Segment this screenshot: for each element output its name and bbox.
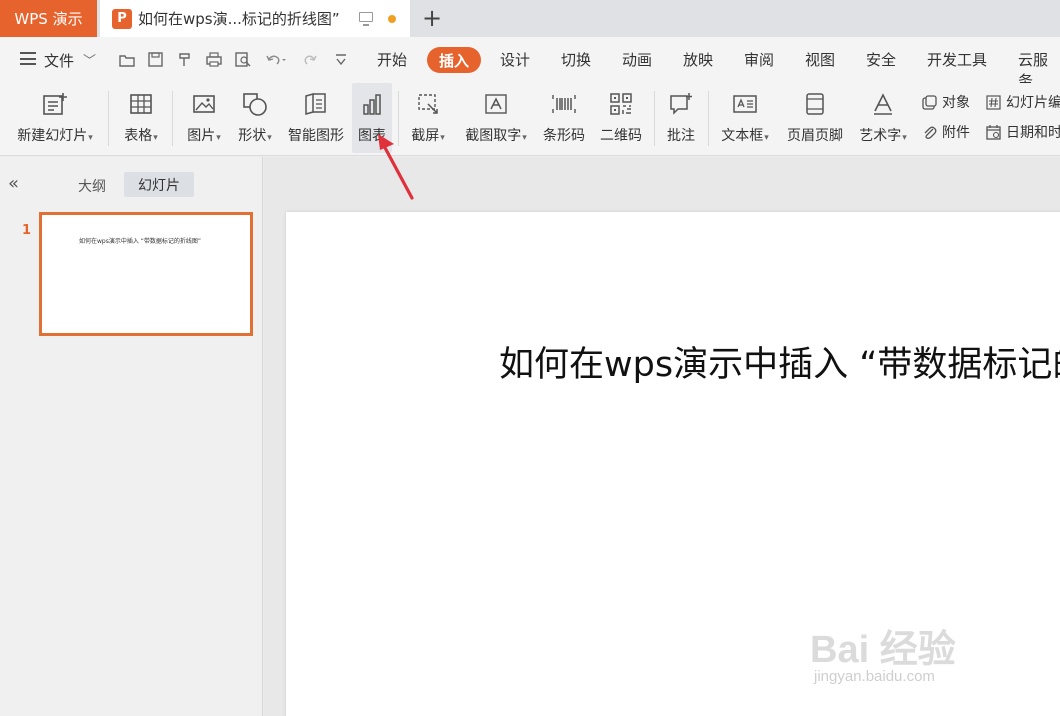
picture-icon (193, 95, 215, 113)
slide-number-button[interactable]: 幻灯片编 (986, 92, 1060, 112)
barcode-icon (552, 95, 576, 113)
tab-animation[interactable]: 动画 (622, 49, 652, 70)
file-menu[interactable]: 文件 (44, 50, 74, 71)
print-preview-icon[interactable] (235, 52, 251, 67)
object-icon (922, 94, 937, 110)
divider (108, 91, 109, 146)
ocr-button[interactable]: 截图取字▾ (458, 83, 534, 153)
textbox-icon (733, 95, 757, 113)
open-folder-icon[interactable] (119, 53, 135, 67)
new-slide-icon (43, 93, 67, 115)
word-art-button[interactable]: 艺术字▾ (854, 83, 912, 153)
new-tab-button[interactable]: + (422, 6, 442, 30)
new-slide-button[interactable]: 新建幻灯片▾ (10, 83, 100, 153)
ocr-label: 截图取字 (465, 128, 522, 144)
bar-chart-icon (363, 94, 381, 115)
attachment-button[interactable]: 附件 (922, 122, 970, 142)
divider (708, 91, 709, 146)
app-tab[interactable]: WPS 演示 (0, 0, 97, 37)
object-button[interactable]: 对象 (922, 92, 970, 112)
document-title: 如何在wps演...标记的折线图” (138, 10, 340, 28)
unsaved-dot-icon (388, 15, 396, 23)
table-icon (130, 94, 152, 114)
shape-button[interactable]: 形状▾ (232, 83, 278, 153)
thumbnail-title: 如何在wps演示中插入 “带数据标记的折线图” (79, 238, 201, 245)
monitor-icon[interactable] (359, 12, 373, 26)
shape-icon (243, 93, 267, 116)
screenshot-icon (418, 94, 438, 114)
watermark-url: jingyan.baidu.com (814, 668, 935, 685)
word-art-label: 艺术字 (859, 128, 902, 144)
chevron-down-icon[interactable]: ﹀ (83, 50, 96, 69)
object-label: 对象 (942, 95, 970, 111)
textbox-label: 文本框 (721, 128, 764, 144)
divider (172, 91, 173, 146)
slide-panel: « 大纲 幻灯片 1 如何在wps演示中插入 “带数据标记的折线图” (0, 157, 263, 716)
ribbon-toolbar: 新建幻灯片▾ 表格▾ 图片▾ 形状▾ 智能图形 图表 截屏▾ 截图取字▾ 条形码… (0, 83, 1060, 156)
save-icon[interactable] (148, 52, 163, 67)
picture-button[interactable]: 图片▾ (182, 83, 226, 153)
barcode-label: 条形码 (543, 128, 585, 144)
qrcode-label: 二维码 (600, 128, 642, 144)
tab-transition[interactable]: 切换 (561, 49, 591, 70)
divider (654, 91, 655, 146)
tab-review[interactable]: 审阅 (744, 49, 774, 70)
table-label: 表格 (124, 128, 153, 144)
textbox-button[interactable]: 文本框▾ (716, 83, 774, 153)
tab-design[interactable]: 设计 (500, 49, 530, 70)
datetime-button[interactable]: 日期和时 (986, 122, 1060, 142)
word-art-icon (874, 93, 892, 115)
slide-number-label: 幻灯片编 (1006, 95, 1060, 111)
comment-button[interactable]: 批注 (662, 83, 700, 153)
title-bar: WPS 演示 P 如何在wps演...标记的折线图” + (0, 0, 1060, 37)
smart-art-icon (305, 93, 326, 115)
calendar-icon (986, 124, 1001, 140)
tab-outline[interactable]: 大纲 (78, 176, 106, 196)
slide-number: 1 (22, 223, 32, 238)
header-footer-label: 页眉页脚 (787, 128, 843, 144)
new-slide-label: 新建幻灯片 (17, 128, 88, 144)
datetime-label: 日期和时 (1006, 125, 1060, 141)
tab-insert[interactable]: 插入 (427, 47, 481, 73)
comment-label: 批注 (667, 128, 695, 144)
header-footer-button[interactable]: 页眉页脚 (782, 83, 848, 153)
more-icon[interactable] (335, 53, 347, 66)
hash-icon (986, 94, 1001, 110)
tab-view[interactable]: 视图 (805, 49, 835, 70)
tab-developer[interactable]: 开发工具 (927, 49, 987, 70)
barcode-button[interactable]: 条形码 (538, 83, 590, 153)
watermark: Bai 经验 jingyan.baidu.com (810, 600, 1010, 700)
comment-icon (670, 93, 692, 115)
collapse-panel-icon[interactable]: « (8, 173, 19, 194)
tab-slides[interactable]: 幻灯片 (124, 172, 194, 197)
smart-art-button[interactable]: 智能图形 (284, 83, 348, 153)
tab-home[interactable]: 开始 (377, 49, 407, 70)
paperclip-icon (924, 126, 937, 139)
attachment-label: 附件 (942, 125, 970, 141)
slide-thumbnail[interactable]: 如何在wps演示中插入 “带数据标记的折线图” (39, 212, 253, 336)
shape-label: 形状 (238, 128, 267, 144)
smart-art-label: 智能图形 (288, 128, 344, 144)
qrcode-icon (610, 93, 632, 115)
print-icon[interactable] (206, 52, 222, 67)
picture-label: 图片 (187, 128, 216, 144)
hamburger-menu-icon[interactable] (20, 52, 36, 65)
tab-security[interactable]: 安全 (866, 49, 896, 70)
menu-bar: 文件 ﹀ 开始 插入 设计 切换 动画 放映 审阅 视图 安全 开发工具 云服务 (0, 37, 1060, 90)
table-button[interactable]: 表格▾ (118, 83, 164, 153)
tab-slideshow[interactable]: 放映 (683, 49, 713, 70)
ocr-text-icon (485, 94, 507, 114)
watermark-brand: Bai 经验 (810, 629, 956, 671)
redo-icon[interactable] (303, 53, 317, 66)
presentation-file-icon: P (112, 8, 132, 29)
format-painter-icon[interactable] (177, 52, 192, 67)
header-footer-icon (806, 93, 824, 115)
qrcode-button[interactable]: 二维码 (596, 83, 646, 153)
document-tab[interactable]: P 如何在wps演...标记的折线图” (100, 0, 410, 37)
annotation-arrow-icon (378, 134, 414, 200)
undo-icon[interactable] (265, 53, 287, 66)
slide-title[interactable]: 如何在wps演示中插入 “带数据标记的折线图” (499, 336, 1060, 387)
